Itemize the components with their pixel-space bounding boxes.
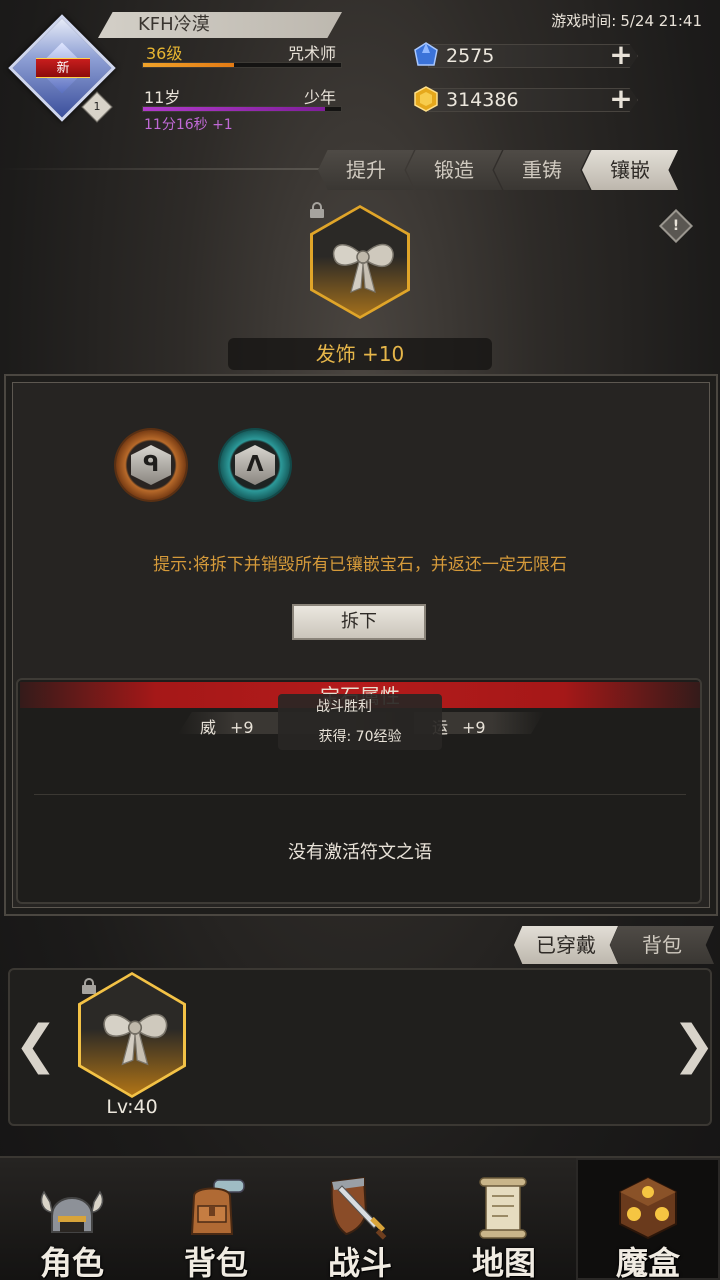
age-bar-fill [143,107,326,111]
player-stage: 少年 [303,88,336,107]
tab-reforge[interactable]: 重铸 [494,150,590,190]
time-bonus: 11分16秒 +1 [144,117,233,133]
inventory-item-level: Lv:40 [106,1096,158,1118]
tab-backpack[interactable]: 背包 [610,926,714,964]
game-time: 游戏时间: 5/24 21:41 [547,10,702,31]
xp-bar-fill [143,63,235,67]
backpack-icon [190,1179,245,1235]
gem-socket-1[interactable]: ᑫ [116,430,186,500]
selected-item-slot[interactable] [310,205,410,319]
tab-forge[interactable]: 锻造 [406,150,502,190]
sword-shield-icon [330,1176,387,1240]
magic-cube-icon [619,1176,677,1240]
nav-map[interactable]: 地图 [432,1158,576,1280]
toast-title: 战斗胜利 [316,699,372,715]
tab-equipped[interactable]: 已穿戴 [514,926,618,964]
xp-bar [142,62,342,68]
chevron-left-icon[interactable]: ❮ [14,1019,58,1071]
lock-icon [82,978,96,994]
chevron-right-icon[interactable]: ❯ [672,1019,716,1071]
divider [34,794,686,795]
gold-coin-icon [414,86,438,112]
gem-socket-2[interactable]: ᐱ [220,430,290,500]
inventory-tabs: 已穿戴 背包 [514,926,714,964]
hint-text: 提示:将拆下并销毁所有已镶嵌宝石，并返还一定无限石 [153,555,567,575]
nav-label: 角色 [39,1244,104,1280]
remove-gems-button[interactable]: 拆下 [292,604,426,640]
tab-inlay[interactable]: 镶嵌 [582,150,678,190]
nav-label: 地图 [471,1244,536,1280]
crystal-currency: 2575 + [412,40,642,70]
stat-value: +9 [230,718,254,737]
new-badge: 新 [36,58,90,78]
add-crystal-button[interactable]: + [608,41,634,69]
nav-character[interactable]: 角色 [0,1158,144,1280]
tab-upgrade[interactable]: 提升 [318,150,414,190]
rune-word-status: 没有激活符文之语 [288,842,432,863]
stat-might: 威 +9 [200,714,254,738]
nav-battle[interactable]: 战斗 [288,1158,432,1280]
scroll-map-icon [479,1177,527,1239]
player-age: 11岁 [144,88,181,107]
info-warning-icon[interactable]: ! [659,209,693,243]
nav-label: 战斗 [327,1244,392,1280]
stat-name: 威 [200,718,217,737]
gold-amount: 314386 [446,89,519,111]
helmet-icon [40,1190,104,1233]
lock-icon [310,202,324,218]
level-row: 36级 咒术师 [142,40,342,68]
hair-ribbon-icon [103,1013,168,1066]
nav-backpack[interactable]: 背包 [144,1158,288,1280]
blue-crystal-icon [414,42,438,66]
toast-body: 获得: 70经验 [318,729,402,745]
stat-value: +9 [462,718,486,737]
equipment-tabs: 提升 锻造 重铸 镶嵌 [318,150,698,190]
nav-label: 背包 [183,1244,248,1280]
game-time-label: 游戏时间: [551,12,617,30]
player-level: 36级 [146,44,183,63]
hair-ribbon-icon [332,243,394,294]
age-row: 11岁 少年 [142,84,342,112]
game-time-value: 5/24 21:41 [620,12,702,30]
nav-label: 魔盒 [615,1244,680,1280]
item-name: 发饰 +10 [228,338,492,370]
gold-currency: 314386 + [412,84,642,114]
add-gold-button[interactable]: + [608,85,634,113]
player-class: 咒术师 [287,44,336,63]
rank-badge: 1 [81,91,113,123]
age-bar [142,106,342,112]
crystal-amount: 2575 [446,45,495,67]
player-name: KFH冷漠 [98,12,342,38]
nav-magic-box[interactable]: 魔盒 [576,1158,720,1280]
